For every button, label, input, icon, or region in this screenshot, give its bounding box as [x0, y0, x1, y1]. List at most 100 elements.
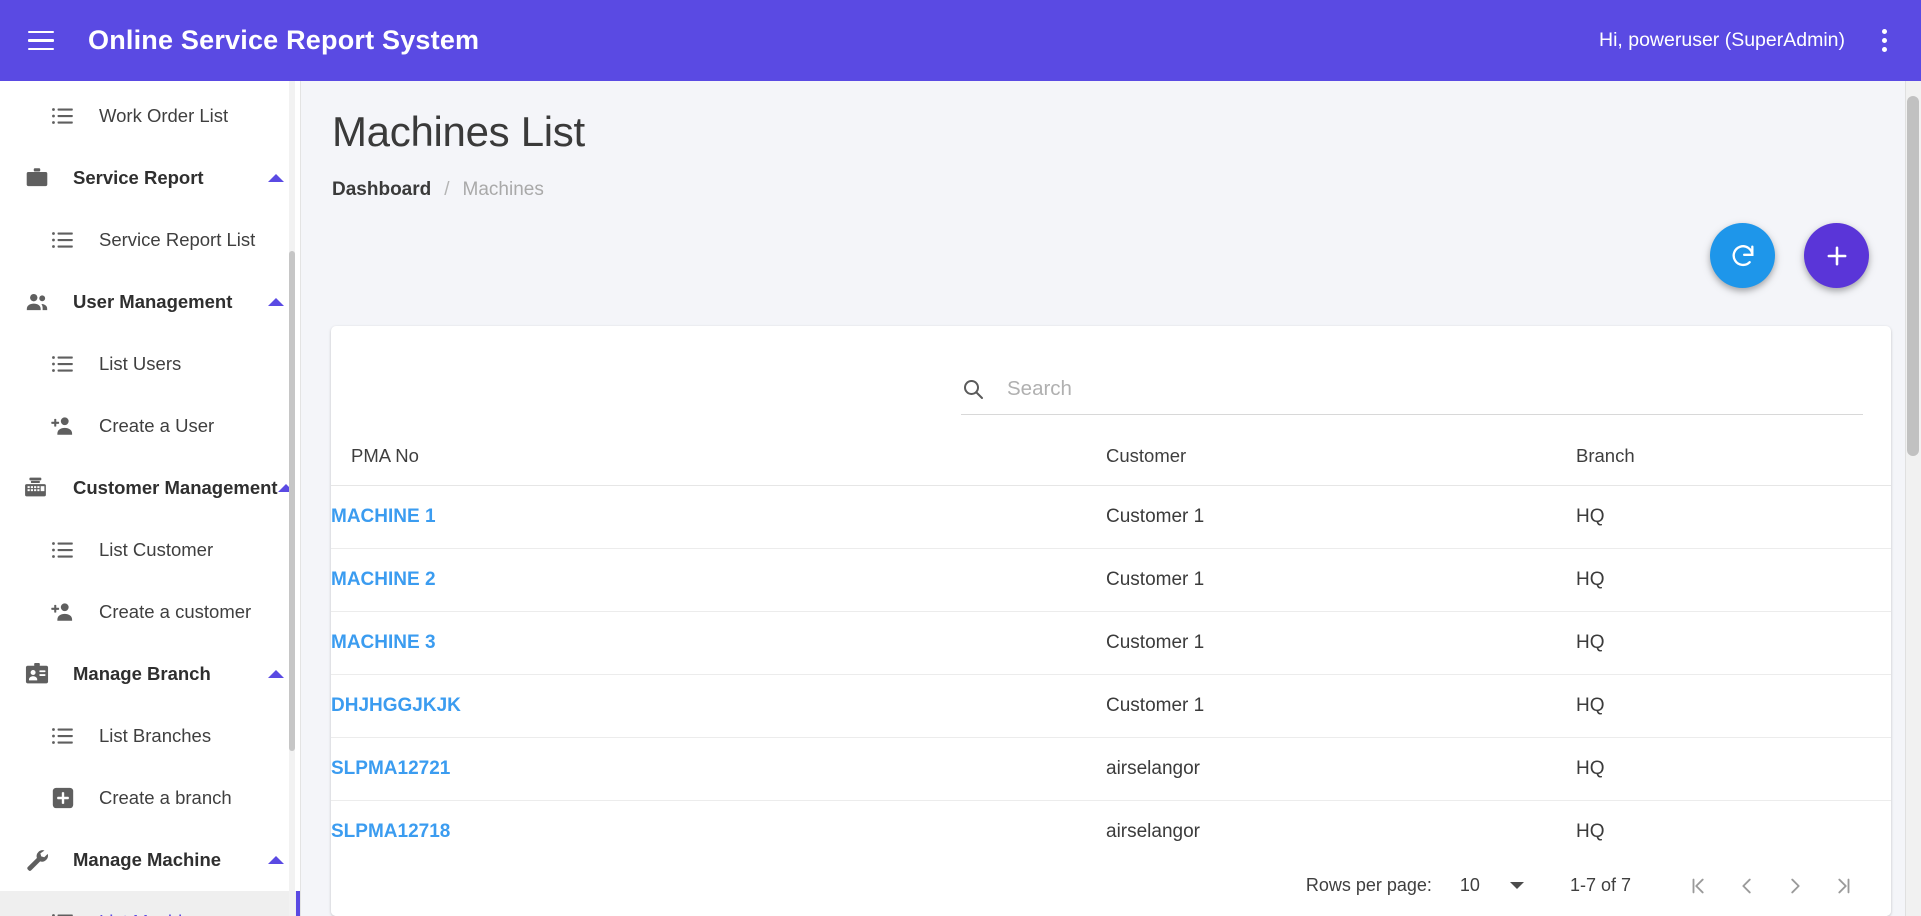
machine-link[interactable]: MACHINE 3 [331, 632, 436, 653]
sidebar-item-create-a-branch[interactable]: Create a branch [0, 767, 300, 829]
machines-card: PMA No Customer Branch MACHINE 1 Customer… [331, 326, 1891, 916]
column-header-branch[interactable]: Branch [1576, 415, 1891, 486]
chevron-up-icon[interactable] [268, 856, 284, 864]
sidebar-item-label: Service Report List [99, 229, 256, 250]
table-row: MACHINE 3 Customer 1 HQ [331, 611, 1891, 675]
table-row: MACHINE 1 Customer 1 HQ [331, 485, 1891, 549]
list-icon [48, 535, 78, 565]
rows-per-page-value: 10 [1459, 875, 1480, 895]
chevron-up-icon[interactable] [268, 298, 284, 306]
breadcrumb: Dashboard / Machines [301, 156, 1921, 201]
sidebar-item-label: List Users [99, 353, 182, 374]
sidebar-item-create-a-user[interactable]: Create a User [0, 395, 300, 457]
previous-page-icon[interactable] [1723, 862, 1771, 910]
cell-pma-no: MACHINE 1 [331, 485, 1106, 549]
sidebar-item-label: User Management [73, 291, 233, 312]
sidebar-item-create-a-customer[interactable]: Create a customer [0, 581, 300, 643]
cell-branch: HQ [1576, 674, 1891, 738]
app-header-right: Hi, poweruser (SuperAdmin) [1599, 21, 1921, 61]
sidebar-item-label: List Customer [99, 539, 214, 560]
list-icon [48, 225, 78, 255]
breadcrumb-dashboard[interactable]: Dashboard [332, 179, 431, 201]
breadcrumb-separator: / [444, 179, 450, 200]
machines-table: PMA No Customer Branch MACHINE 1 Customer… [331, 415, 1891, 916]
refresh-button[interactable] [1710, 223, 1775, 288]
list-icon [48, 907, 78, 916]
add-box-icon [48, 783, 78, 813]
cell-branch: HQ [1576, 611, 1891, 675]
list-icon [48, 721, 78, 751]
sidebar-item-list-customer[interactable]: List Customer [0, 519, 300, 581]
sidebar-item-list-users[interactable]: List Users [0, 333, 300, 395]
app-header-left: Online Service Report System [0, 24, 479, 58]
machine-link[interactable]: SLPMA12718 [331, 821, 450, 842]
pagination-range: 1-7 of 7 [1569, 875, 1631, 895]
table-row: DHJHGGJKJK Customer 1 HQ [331, 674, 1891, 738]
sidebar-item-work-order-list[interactable]: Work Order List [0, 85, 300, 147]
hamburger-menu-icon[interactable] [28, 24, 62, 58]
cell-customer: Customer 1 [1106, 548, 1576, 612]
rows-per-page-select[interactable]: 10 [1460, 875, 1524, 896]
last-page-icon[interactable] [1819, 862, 1867, 910]
cell-pma-no: SLPMA12721 [331, 737, 1106, 801]
column-header-customer[interactable]: Customer [1106, 415, 1576, 486]
cell-branch: HQ [1576, 737, 1891, 801]
refresh-icon [1729, 242, 1757, 270]
sidebar-item-label: Work Order List [99, 105, 229, 126]
wrench-icon [22, 845, 52, 875]
cell-pma-no: MACHINE 3 [331, 611, 1106, 675]
app-header: Online Service Report System Hi, powerus… [0, 0, 1921, 81]
sidebar-item-list-machines[interactable]: List Machines [0, 891, 300, 916]
sidebar-item-user-management[interactable]: User Management [0, 271, 300, 333]
sidebar-item-label: List Machines [99, 911, 212, 916]
machines-table-body: MACHINE 1 Customer 1 HQ MACHINE 2 Customer 1… [331, 485, 1891, 916]
chevron-up-icon[interactable] [268, 670, 284, 678]
main-content: Machines List Dashboard / Machines Searc… [301, 81, 1921, 916]
sidebar-item-list-branches[interactable]: List Branches [0, 705, 300, 767]
action-buttons [1710, 223, 1869, 288]
sidebar-item-label: Create a User [99, 415, 215, 436]
machine-link[interactable]: DHJHGGJKJK [331, 695, 461, 716]
machine-link[interactable]: SLPMA12721 [331, 758, 450, 779]
person-add-icon [48, 597, 78, 627]
search-bar[interactable] [961, 373, 1863, 415]
cell-branch: HQ [1576, 548, 1891, 612]
sidebar-item-service-report-list[interactable]: Service Report List [0, 209, 300, 271]
machine-link[interactable]: MACHINE 1 [331, 506, 436, 527]
machines-table-head: PMA No Customer Branch [331, 415, 1891, 486]
user-greeting: Hi, poweruser (SuperAdmin) [1598, 29, 1845, 51]
machine-link[interactable]: MACHINE 2 [331, 569, 436, 590]
add-machine-button[interactable] [1804, 223, 1869, 288]
sidebar-item-label: Service Report [73, 167, 204, 188]
list-icon [48, 101, 78, 131]
sidebar-item-label: Manage Machine [73, 849, 222, 870]
sidebar-item-service-report[interactable]: Service Report [0, 147, 300, 209]
sidebar-scrollbar-thumb[interactable] [289, 251, 295, 751]
rows-per-page-label: Rows per page: [1305, 875, 1432, 895]
cell-pma-no: MACHINE 2 [331, 548, 1106, 612]
plus-icon [1823, 242, 1851, 270]
table-row: SLPMA12721 airselangor HQ [331, 737, 1891, 801]
sidebar-item-customer-management[interactable]: Customer Management [0, 457, 300, 519]
cell-customer: Customer 1 [1106, 674, 1576, 738]
more-vert-icon[interactable] [1867, 21, 1901, 61]
sidebar-item-label: List Branches [99, 725, 212, 746]
search-input[interactable] [1007, 376, 1863, 401]
sidebar-item-manage-branch[interactable]: Manage Branch [0, 643, 300, 705]
pagination: Rows per page: 10 1-7 of 7 [331, 854, 1891, 916]
cell-customer: Customer 1 [1106, 611, 1576, 675]
sidebar-item-label: Manage Branch [73, 663, 211, 684]
sidebar-item-manage-machine[interactable]: Manage Machine [0, 829, 300, 891]
sidebar-item-label: Customer Management [73, 477, 278, 498]
column-header-pma-no[interactable]: PMA No [331, 415, 1106, 486]
cell-customer: airselangor [1106, 737, 1576, 801]
sidebar-scroll-area[interactable]: Work Order List Service Report Service Rep… [0, 81, 300, 916]
cell-pma-no: DHJHGGJKJK [331, 674, 1106, 738]
breadcrumb-current: Machines [462, 179, 544, 200]
page-scrollbar-thumb[interactable] [1907, 96, 1919, 456]
first-page-icon[interactable] [1675, 862, 1723, 910]
next-page-icon[interactable] [1771, 862, 1819, 910]
chevron-up-icon[interactable] [268, 174, 284, 182]
person-add-icon [48, 411, 78, 441]
sidebar-item-label: Create a branch [99, 787, 232, 808]
